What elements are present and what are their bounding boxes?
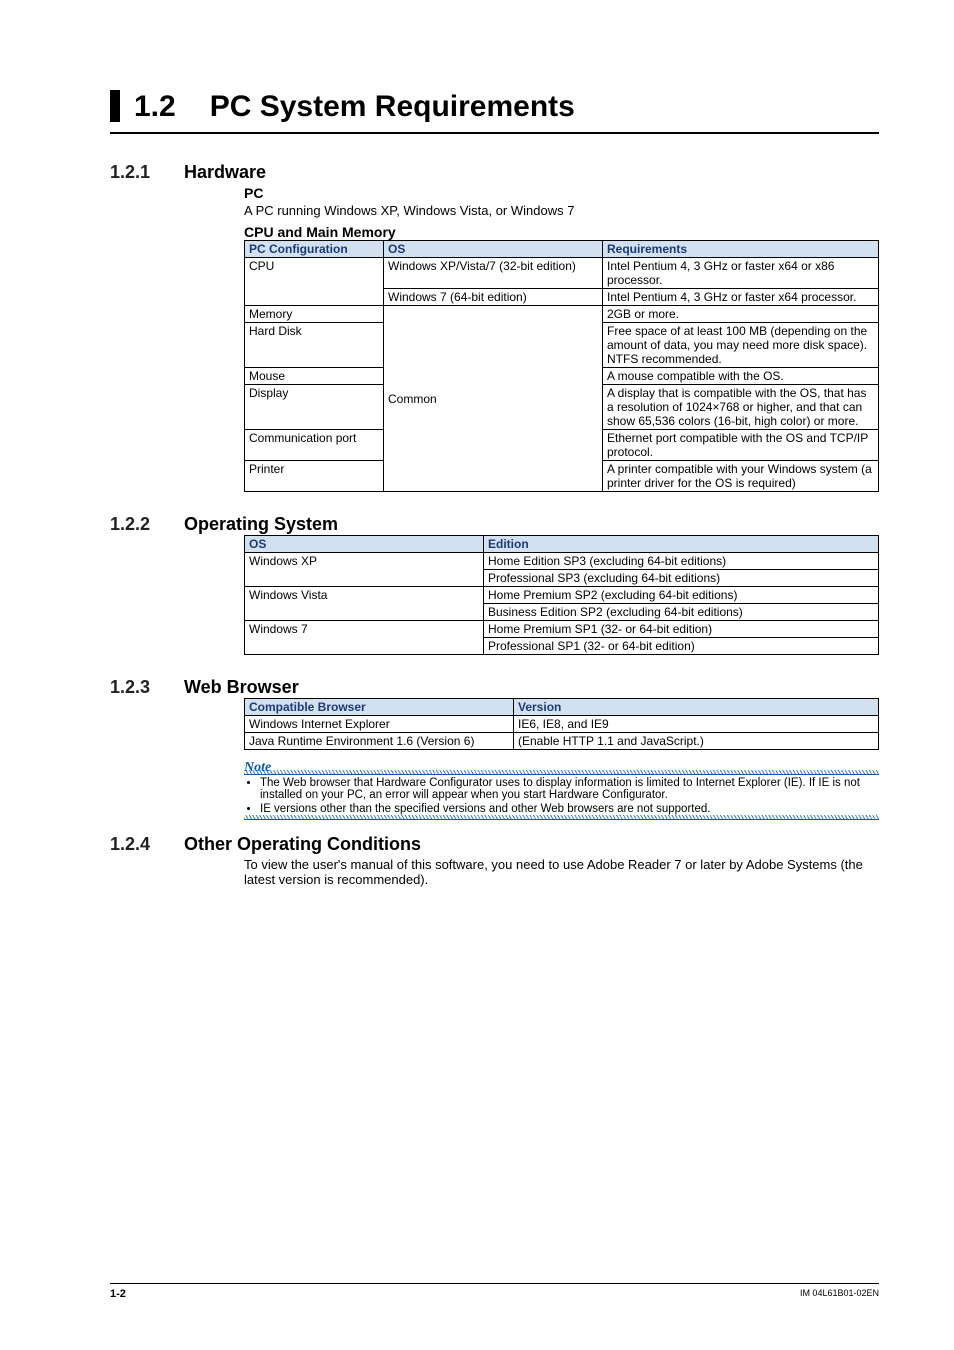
- cell: Home Premium SP1 (32- or 64-bit edition): [484, 621, 879, 638]
- col-os: OS: [245, 536, 484, 553]
- cell: A mouse compatible with the OS.: [603, 368, 879, 385]
- note-block: Note The Web browser that Hardware Confi…: [244, 758, 879, 820]
- title-bar-ornament: [110, 90, 120, 122]
- subsection-heading: 1.2.1 Hardware: [110, 162, 879, 183]
- cell: Home Premium SP2 (excluding 64-bit editi…: [484, 587, 879, 604]
- cell: Windows XP: [245, 553, 484, 587]
- cell-common: Common: [384, 306, 603, 492]
- cell: 2GB or more.: [603, 306, 879, 323]
- cell: Windows 7: [245, 621, 484, 655]
- page-footer: 1-2 IM 04L61B01-02EN: [110, 1283, 879, 1300]
- hardware-requirements-table: PC Configuration OS Requirements CPU Win…: [244, 240, 879, 492]
- col-pc-configuration: PC Configuration: [245, 241, 384, 258]
- col-requirements: Requirements: [603, 241, 879, 258]
- note-item: IE versions other than the specified ver…: [260, 803, 879, 815]
- cell: Intel Pentium 4, 3 GHz or faster x64 or …: [603, 258, 879, 289]
- cell: Home Edition SP3 (excluding 64-bit editi…: [484, 553, 879, 570]
- subsection-heading: 1.2.4 Other Operating Conditions: [110, 834, 879, 855]
- cell: A printer compatible with your Windows s…: [603, 461, 879, 492]
- cell: Professional SP1 (32- or 64-bit edition): [484, 638, 879, 655]
- cell: Professional SP3 (excluding 64-bit editi…: [484, 570, 879, 587]
- cell: Intel Pentium 4, 3 GHz or faster x64 pro…: [603, 289, 879, 306]
- cell: A display that is compatible with the OS…: [603, 385, 879, 430]
- page-number: 1-2: [110, 1288, 126, 1300]
- cell: Windows Vista: [245, 587, 484, 621]
- col-browser: Compatible Browser: [245, 699, 514, 716]
- table-row: Windows XP Home Edition SP3 (excluding 6…: [245, 553, 879, 570]
- subsection-heading: 1.2.3 Web Browser: [110, 677, 879, 698]
- note-divider-icon: [244, 770, 879, 775]
- cell: Printer: [245, 461, 384, 492]
- note-list: The Web browser that Hardware Configurat…: [244, 777, 879, 815]
- subsection-title: Other Operating Conditions: [184, 834, 421, 855]
- table-row: CPU Windows XP/Vista/7 (32-bit edition) …: [245, 258, 879, 289]
- pc-heading: PC: [244, 185, 879, 201]
- cell: Free space of at least 100 MB (depending…: [603, 323, 879, 368]
- subsection-number: 1.2.3: [110, 677, 184, 698]
- subsection-heading: 1.2.2 Operating System: [110, 514, 879, 535]
- table-row: Windows 7 Home Premium SP1 (32- or 64-bi…: [245, 621, 879, 638]
- cell: CPU: [245, 258, 384, 306]
- document-id: IM 04L61B01-02EN: [800, 1288, 879, 1300]
- cell: Communication port: [245, 430, 384, 461]
- cell: Ethernet port compatible with the OS and…: [603, 430, 879, 461]
- cell: Display: [245, 385, 384, 430]
- table-header-row: Compatible Browser Version: [245, 699, 879, 716]
- table-row: Java Runtime Environment 1.6 (Version 6)…: [245, 733, 879, 750]
- cpu-memory-heading: CPU and Main Memory: [244, 224, 879, 240]
- table-row: Memory Common 2GB or more.: [245, 306, 879, 323]
- cell: (Enable HTTP 1.1 and JavaScript.): [514, 733, 879, 750]
- section-number: 1.2: [134, 90, 176, 124]
- cell: Windows 7 (64-bit edition): [384, 289, 603, 306]
- cell: Windows XP/Vista/7 (32-bit edition): [384, 258, 603, 289]
- page-title-row: 1.2 PC System Requirements: [110, 90, 879, 134]
- cell: Windows Internet Explorer: [245, 716, 514, 733]
- subsection-title: Web Browser: [184, 677, 299, 698]
- table-row: Windows Vista Home Premium SP2 (excludin…: [245, 587, 879, 604]
- section-title: PC System Requirements: [210, 90, 575, 124]
- col-os: OS: [384, 241, 603, 258]
- note-item: The Web browser that Hardware Configurat…: [260, 777, 879, 801]
- cell: Mouse: [245, 368, 384, 385]
- table-header-row: PC Configuration OS Requirements: [245, 241, 879, 258]
- subsection-number: 1.2.1: [110, 162, 184, 183]
- table-header-row: OS Edition: [245, 536, 879, 553]
- cell: Memory: [245, 306, 384, 323]
- note-label: Note: [244, 760, 271, 775]
- subsection-title: Hardware: [184, 162, 266, 183]
- cell: Java Runtime Environment 1.6 (Version 6): [245, 733, 514, 750]
- other-conditions-text: To view the user's manual of this softwa…: [244, 857, 879, 887]
- operating-system-table: OS Edition Windows XP Home Edition SP3 (…: [244, 535, 879, 655]
- subsection-number: 1.2.4: [110, 834, 184, 855]
- cell: Business Edition SP2 (excluding 64-bit e…: [484, 604, 879, 621]
- subsection-number: 1.2.2: [110, 514, 184, 535]
- pc-description: A PC running Windows XP, Windows Vista, …: [244, 203, 879, 218]
- table-row: Windows Internet Explorer IE6, IE8, and …: [245, 716, 879, 733]
- web-browser-table: Compatible Browser Version Windows Inter…: [244, 698, 879, 750]
- cell: Hard Disk: [245, 323, 384, 368]
- col-edition: Edition: [484, 536, 879, 553]
- subsection-title: Operating System: [184, 514, 338, 535]
- col-version: Version: [514, 699, 879, 716]
- cell: IE6, IE8, and IE9: [514, 716, 879, 733]
- note-divider-icon: [244, 815, 879, 820]
